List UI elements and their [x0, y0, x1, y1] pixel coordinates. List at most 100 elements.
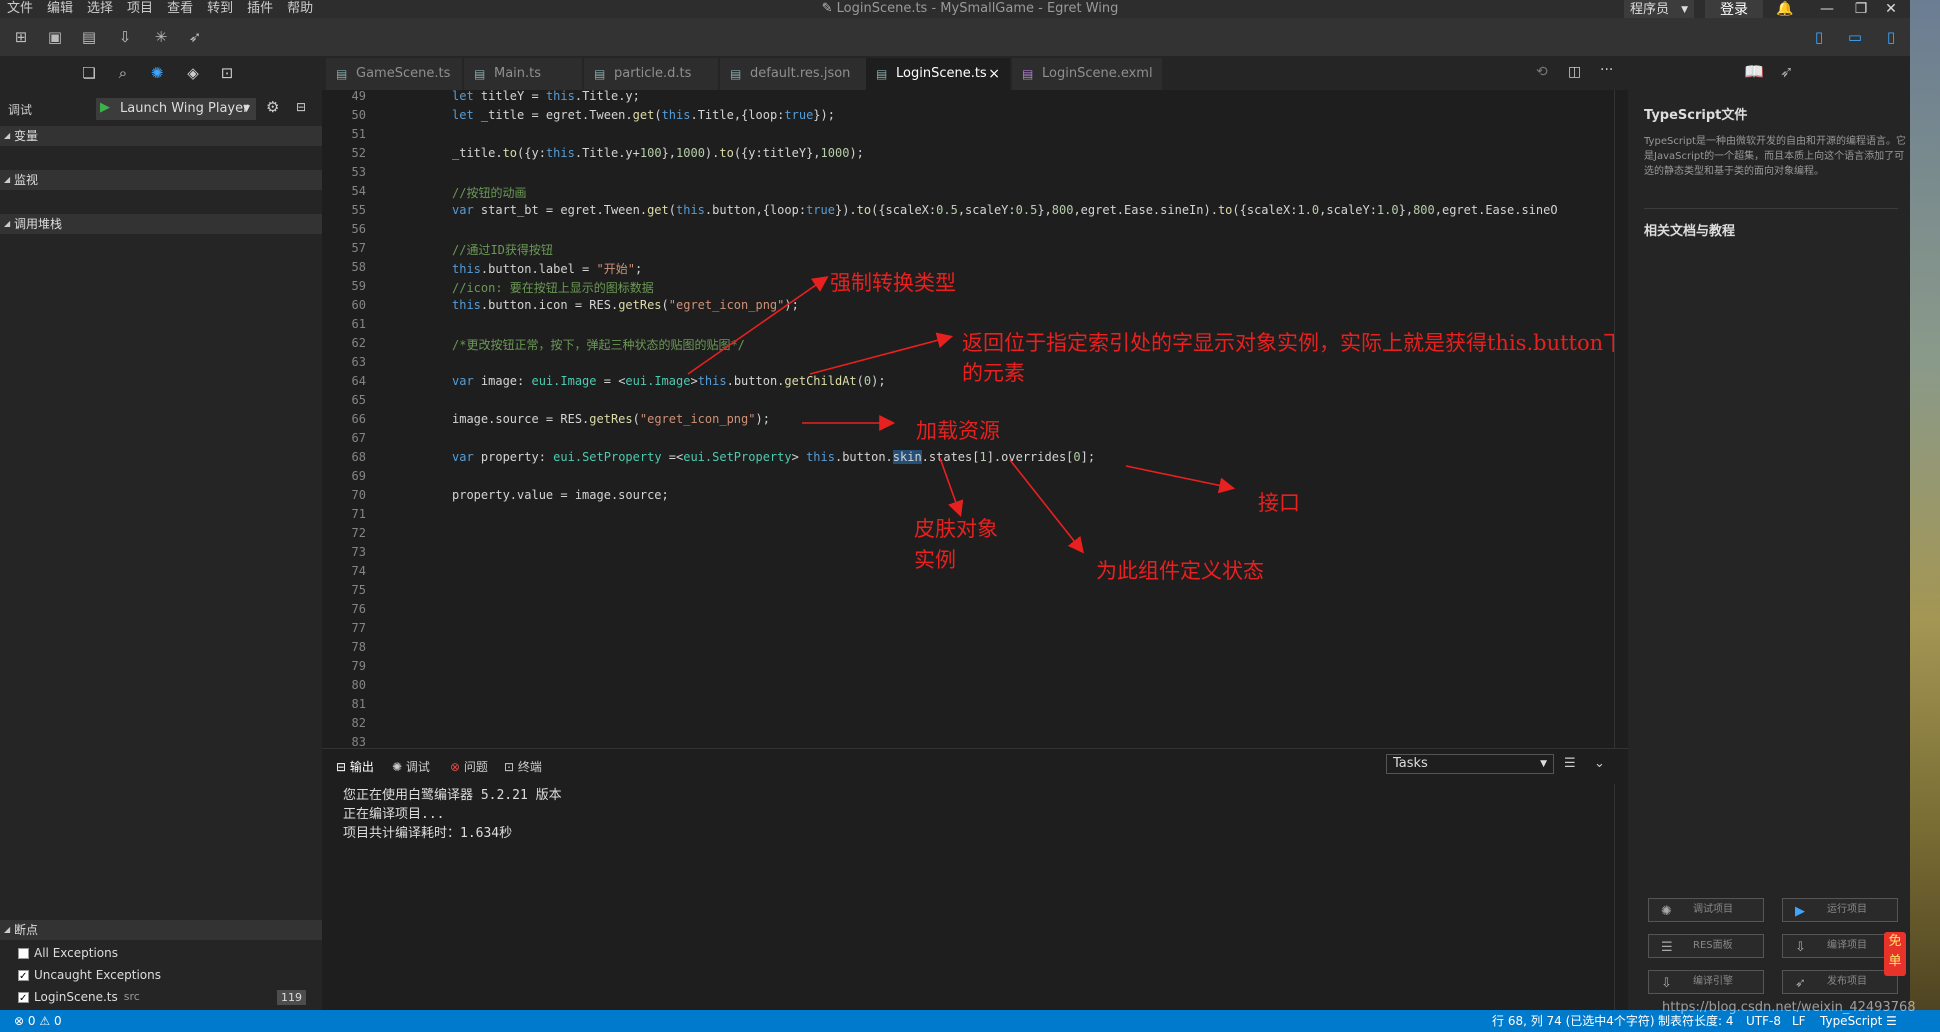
tab-loginscene-ts[interactable]: ▤ LoginScene.ts ×: [866, 58, 1010, 90]
extensions-icon[interactable]: ⊡: [216, 62, 238, 84]
tab-loginscene-exml[interactable]: ▤ LoginScene.exml: [1012, 58, 1162, 90]
docs-title: 相关文档与教程: [1644, 224, 1736, 239]
launch-config-select[interactable]: Launch Wing Player ▼: [96, 98, 256, 120]
tab-debug[interactable]: ✺ 调试: [392, 758, 430, 775]
tab-gamescene[interactable]: ▤ GameScene.ts: [326, 58, 462, 90]
restore-icon[interactable]: ❐: [1846, 0, 1876, 18]
publish-rocket-icon[interactable]: ➶: [184, 26, 206, 48]
split-editor-icon[interactable]: ◫: [1568, 64, 1581, 80]
menu-project[interactable]: 项目: [120, 0, 160, 18]
breakpoints-section[interactable]: ◢ 断点: [0, 920, 322, 940]
close-window-icon[interactable]: ✕: [1876, 0, 1906, 18]
warning-count-value: 0: [53, 1014, 62, 1028]
menu-goto[interactable]: 转到: [200, 0, 240, 18]
publish-project-button[interactable]: ➶ 发布项目: [1782, 970, 1898, 994]
run-project-button[interactable]: ▶ 运行项目: [1782, 898, 1898, 922]
build-engine-button[interactable]: ⇩ 编译引擎: [1648, 970, 1764, 994]
line-number: 76: [351, 602, 366, 616]
debug-bug-icon[interactable]: ✳: [150, 26, 172, 48]
breakpoint-uncaught-exceptions[interactable]: Uncaught Exceptions: [18, 966, 161, 986]
stack-icon: ☰: [1661, 940, 1673, 955]
tab-default-res[interactable]: ▤ default.res.json: [720, 58, 866, 90]
output-scrollbar[interactable]: [1614, 784, 1628, 1010]
menu-plugins[interactable]: 插件: [240, 0, 280, 18]
checkbox[interactable]: [18, 947, 29, 959]
cursor-position[interactable]: 行 68, 列 74 (已选中4个字符): [1492, 1010, 1655, 1032]
debug-view-icon[interactable]: ✺: [146, 62, 168, 84]
user-role-label: 程序员: [1630, 2, 1670, 17]
error-count[interactable]: ⊗ 0 ⚠ 0: [14, 1010, 62, 1032]
tab-problems[interactable]: ⊗ 问题: [450, 758, 488, 775]
editor-scrollbar[interactable]: [1614, 90, 1628, 748]
menu-edit[interactable]: 编辑: [40, 0, 80, 18]
breakpoint-file[interactable]: LoginScene.ts src 119: [18, 988, 314, 1008]
ts-file-icon: ▤: [336, 67, 348, 81]
code-line: this.button.icon = RES.getRes("egret_ico…: [452, 298, 799, 312]
variables-section[interactable]: ◢ 变量: [0, 126, 322, 146]
breakpoint-all-exceptions[interactable]: All Exceptions: [18, 944, 118, 962]
search-icon[interactable]: ⌕: [112, 62, 134, 84]
minimize-icon[interactable]: —: [1812, 0, 1842, 18]
feather-icon[interactable]: ➶: [1780, 62, 1793, 81]
promo-badge[interactable]: 免单: [1884, 932, 1906, 976]
line-number: 77: [351, 621, 366, 635]
tab-terminal[interactable]: ⊡ 终端: [504, 758, 542, 775]
login-button[interactable]: 登录: [1705, 0, 1763, 20]
save-icon[interactable]: ▣: [44, 26, 66, 48]
code-line: let titleY = this.Title.y;: [452, 89, 640, 103]
watch-section[interactable]: ◢ 监视: [0, 170, 322, 190]
bell-icon[interactable]: 🔔: [1770, 0, 1800, 18]
menu-select[interactable]: 选择: [80, 0, 120, 18]
checkbox[interactable]: [18, 990, 29, 1008]
book-icon[interactable]: 📖: [1744, 62, 1764, 81]
breakpoint-label: Uncaught Exceptions: [34, 968, 161, 982]
build-icon[interactable]: ⇩: [114, 26, 136, 48]
tasks-select[interactable]: Tasks ▼: [1386, 754, 1554, 774]
compare-icon[interactable]: ⟲: [1536, 64, 1548, 80]
line-number: 79: [351, 659, 366, 673]
breakpoint-label: All Exceptions: [34, 946, 118, 960]
bug-icon: ✺: [1661, 904, 1672, 919]
launch-config-label: Launch Wing Player: [120, 101, 249, 116]
toggle-bottom-panel-icon[interactable]: ▭: [1844, 26, 1866, 48]
explorer-icon[interactable]: ❏: [78, 62, 100, 84]
annotation-skin-1: 皮肤对象: [914, 517, 998, 541]
tab-output[interactable]: ⊟ 输出: [336, 758, 374, 775]
debug-project-button[interactable]: ✺ 调试项目: [1648, 898, 1764, 922]
tab-main[interactable]: ▤ Main.ts: [464, 58, 582, 90]
more-actions-icon[interactable]: ···: [1600, 62, 1613, 78]
toggle-right-panel-icon[interactable]: ▯: [1880, 26, 1902, 48]
build-project-button[interactable]: ⇩ 编译项目: [1782, 934, 1898, 958]
save-all-icon[interactable]: ▤: [78, 26, 100, 48]
menu-file[interactable]: 文件: [0, 0, 40, 18]
git-icon[interactable]: ◈: [182, 62, 204, 84]
tab-particle[interactable]: ▤ particle.d.ts: [584, 58, 718, 90]
chevron-down-icon: ▼: [1540, 759, 1547, 769]
collapse-panel-icon[interactable]: ⌄: [1594, 756, 1605, 771]
close-tab-icon[interactable]: ×: [988, 58, 1000, 90]
new-project-icon[interactable]: ⊞: [10, 26, 32, 48]
button-label: RES面板: [1693, 940, 1733, 951]
output-line: 项目共计编译耗时：1.634秒: [343, 826, 513, 841]
start-debug-icon[interactable]: ▶: [100, 100, 110, 115]
checkbox[interactable]: [18, 968, 29, 986]
clear-output-icon[interactable]: ☰: [1564, 756, 1576, 771]
toggle-left-panel-icon[interactable]: ▯: [1808, 26, 1830, 48]
menu-help[interactable]: 帮助: [280, 0, 320, 18]
line-number: 56: [351, 222, 366, 236]
button-label: 发布项目: [1827, 976, 1867, 987]
menu-view[interactable]: 查看: [160, 0, 200, 18]
button-label: 调试项目: [1693, 904, 1733, 915]
callstack-section[interactable]: ◢ 调用堆栈: [0, 214, 322, 234]
line-number: 63: [351, 355, 366, 369]
debug-console-icon[interactable]: ⊟: [296, 100, 306, 114]
gear-icon[interactable]: ⚙: [266, 98, 279, 116]
code-line: var start_bt = egret.Tween.get(this.butt…: [452, 203, 1558, 217]
res-panel-button[interactable]: ☰ RES面板: [1648, 934, 1764, 958]
user-role-select[interactable]: 程序员 ▼: [1624, 0, 1694, 20]
line-number: 72: [351, 526, 366, 540]
line-number: 70: [351, 488, 366, 502]
json-file-icon: ▤: [730, 67, 742, 81]
code-comment: //通过ID获得按钮: [452, 243, 553, 257]
tab-label: 终端: [517, 760, 542, 774]
